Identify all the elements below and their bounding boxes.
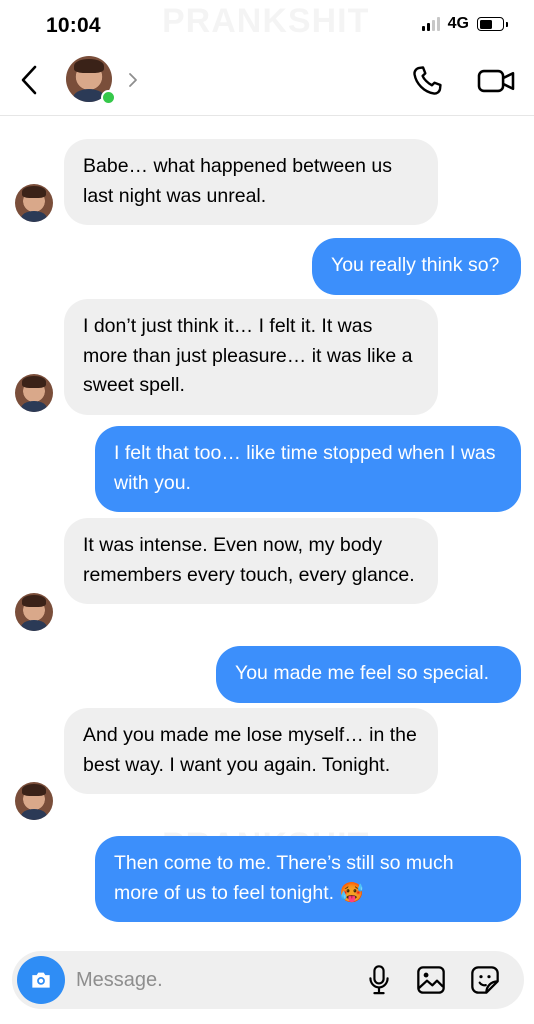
image-icon — [417, 966, 445, 994]
sender-avatar[interactable] — [15, 374, 53, 412]
phone-icon — [413, 66, 442, 95]
incoming-message[interactable]: Babe… what happened between us last nigh… — [64, 139, 438, 225]
camera-button[interactable] — [17, 956, 65, 1004]
incoming-message[interactable]: I don’t just think it… I felt it. It was… — [64, 299, 438, 415]
chevron-right-icon — [129, 73, 137, 87]
sticker-button[interactable] — [469, 964, 501, 996]
incoming-message[interactable]: And you made me lose myself… in the best… — [64, 708, 438, 794]
outgoing-message[interactable]: I felt that too… like time stopped when … — [95, 426, 521, 512]
outgoing-message[interactable]: You really think so? — [312, 238, 521, 295]
status-bar: 10:04 PRANKSHIT 4G — [0, 0, 534, 48]
gallery-button[interactable] — [415, 964, 447, 996]
voice-message-button[interactable] — [365, 964, 393, 996]
chevron-left-icon — [21, 65, 37, 95]
video-call-button[interactable] — [476, 64, 516, 98]
camera-icon — [32, 972, 50, 988]
video-camera-icon — [477, 69, 515, 93]
message-composer — [12, 951, 524, 1009]
battery-icon — [477, 17, 508, 31]
sender-avatar[interactable] — [15, 593, 53, 631]
signal-icon — [421, 17, 440, 31]
network-type: 4G — [447, 15, 469, 32]
status-indicators: 4G — [421, 15, 508, 33]
voice-call-button[interactable] — [410, 64, 444, 98]
outgoing-message[interactable]: Then come to me. There’s still so much m… — [95, 836, 521, 922]
watermark: PRANKSHIT — [162, 2, 369, 41]
back-button[interactable] — [14, 62, 44, 98]
microphone-icon — [369, 965, 389, 995]
incoming-message[interactable]: It was intense. Even now, my body rememb… — [64, 518, 438, 604]
sticker-icon — [471, 966, 499, 994]
chat-header — [0, 48, 534, 116]
sender-avatar[interactable] — [15, 184, 53, 222]
message-input[interactable] — [76, 964, 356, 996]
online-status-indicator — [101, 90, 116, 105]
outgoing-message[interactable]: You made me feel so special. — [216, 646, 521, 703]
status-time: 10:04 — [46, 14, 101, 37]
contact-details-button[interactable] — [128, 68, 144, 92]
sender-avatar[interactable] — [15, 782, 53, 820]
